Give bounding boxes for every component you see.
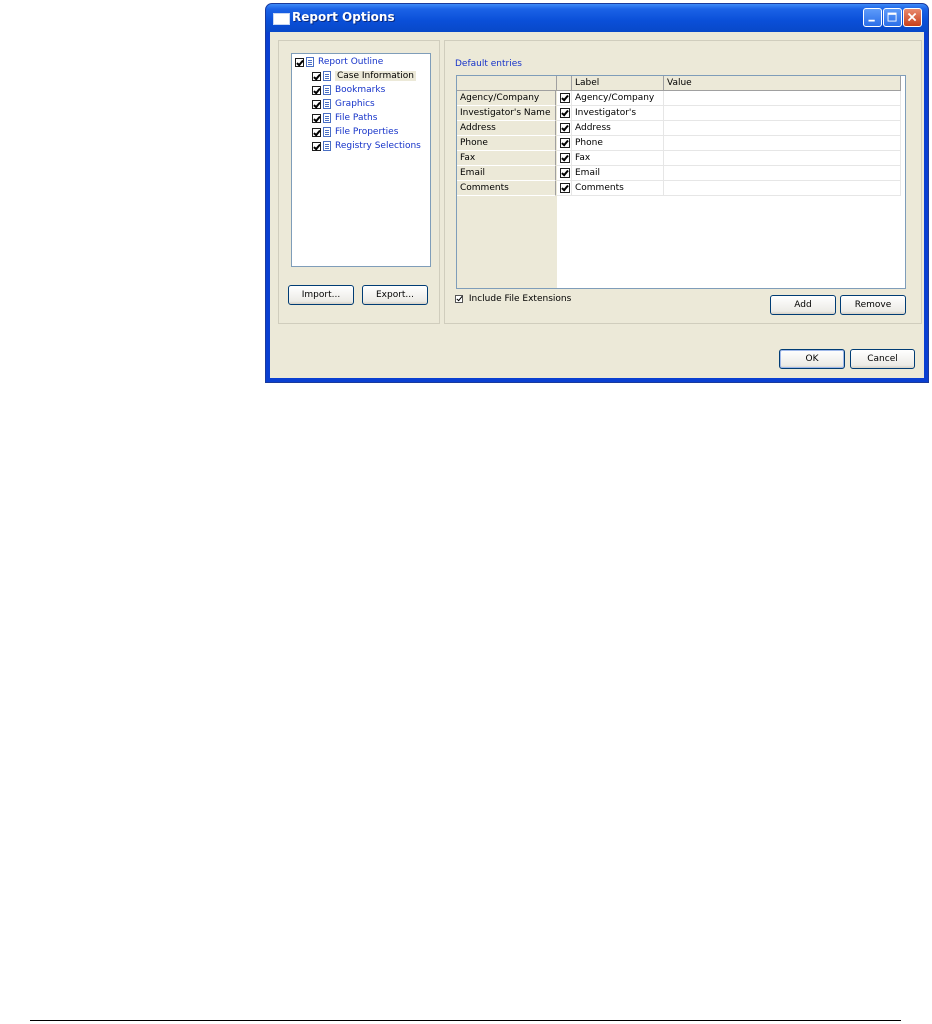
outline-panel: Report Outline Case Information Bookmark… (278, 40, 440, 324)
label-cell[interactable]: Address (572, 121, 664, 136)
report-outline-tree[interactable]: Report Outline Case Information Bookmark… (291, 53, 431, 267)
row-header[interactable]: Email (457, 166, 556, 181)
row-checkbox[interactable] (560, 167, 570, 178)
tree-item-registry-selections[interactable]: Registry Selections (312, 141, 421, 154)
label-cell[interactable]: Fax (572, 151, 664, 166)
include-extensions-check[interactable] (455, 295, 463, 303)
value-cell[interactable] (664, 91, 901, 106)
minimize-button[interactable] (863, 8, 882, 27)
document-icon (323, 71, 331, 81)
tree-label: Bookmarks (335, 85, 386, 95)
add-button[interactable]: Add (770, 295, 836, 315)
row-checkbox[interactable] (560, 152, 570, 163)
label-cell[interactable]: Comments (572, 181, 664, 196)
close-button[interactable] (903, 8, 922, 27)
row-checkbox-cell[interactable] (557, 136, 572, 151)
entries-panel: Default entries Label Value Agency/Compa… (444, 40, 922, 324)
tree-checkbox-bookmarks[interactable] (312, 85, 321, 95)
tree-checkbox-graphics[interactable] (312, 99, 321, 109)
document-icon (323, 127, 331, 137)
row-checkbox[interactable] (560, 122, 570, 133)
document-icon (323, 85, 331, 95)
row-checkbox-cell[interactable] (557, 91, 572, 106)
dialog-client-area: Report Outline Case Information Bookmark… (270, 32, 924, 378)
title-bar[interactable]: Report Options (266, 4, 928, 32)
row-header[interactable]: Investigator's Name (457, 106, 556, 121)
tree-item-graphics[interactable]: Graphics (312, 99, 375, 112)
row-header[interactable]: Address (457, 121, 556, 136)
tree-label: Registry Selections (335, 141, 421, 151)
maximize-button[interactable] (883, 8, 902, 27)
row-checkbox[interactable] (560, 137, 570, 148)
row-checkbox[interactable] (560, 182, 570, 193)
default-entries-label: Default entries (455, 59, 522, 69)
row-checkbox-cell[interactable] (557, 151, 572, 166)
row-checkbox-cell[interactable] (557, 106, 572, 121)
row-checkbox-cell[interactable] (557, 121, 572, 136)
tree-checkbox-file-properties[interactable] (312, 127, 321, 137)
export-button[interactable]: Export... (362, 285, 428, 305)
document-icon (323, 99, 331, 109)
ok-button[interactable]: OK (779, 349, 845, 369)
tree-item-case-information[interactable]: Case Information (312, 71, 416, 84)
label-cell[interactable]: Phone (572, 136, 664, 151)
import-button[interactable]: Import... (288, 285, 354, 305)
document-icon (323, 113, 331, 123)
row-checkbox-cell[interactable] (557, 166, 572, 181)
label-cell[interactable]: Investigator's Name (572, 106, 664, 133)
maximize-icon (887, 12, 897, 22)
value-cell[interactable] (664, 106, 901, 121)
entries-grid[interactable]: Label Value Agency/Company Agency/Compan… (456, 75, 906, 289)
row-header[interactable]: Phone (457, 136, 556, 151)
tree-item-report-outline[interactable]: Report Outline (295, 57, 383, 70)
include-extensions-label: Include File Extensions (468, 294, 572, 304)
row-header[interactable]: Agency/Company (457, 91, 556, 106)
include-file-extensions-checkbox[interactable]: Include File Extensions (455, 294, 571, 305)
tree-checkbox-registry-selections[interactable] (312, 141, 321, 151)
value-cell[interactable] (664, 181, 901, 196)
tree-label: Graphics (335, 99, 375, 109)
minimize-icon (868, 19, 875, 22)
value-cell[interactable] (664, 166, 901, 181)
label-cell[interactable]: Agency/Company (572, 91, 664, 106)
tree-checkbox-report-outline[interactable] (295, 57, 304, 67)
row-checkbox[interactable] (560, 92, 570, 103)
checkbox-column-header (557, 76, 572, 91)
report-options-window: Report Options Report Outline Case Infor… (265, 3, 929, 383)
window-icon (273, 13, 290, 25)
tree-label: Case Information (335, 71, 416, 81)
value-cell[interactable] (664, 121, 901, 136)
remove-button[interactable]: Remove (840, 295, 906, 315)
page-bottom-rule (30, 1020, 901, 1021)
row-checkbox-cell[interactable] (557, 181, 572, 196)
label-column-header[interactable]: Label (572, 76, 664, 91)
document-icon (323, 141, 331, 151)
tree-label: File Paths (335, 113, 378, 123)
document-icon (306, 57, 314, 67)
cancel-button[interactable]: Cancel (850, 349, 915, 369)
grid-corner-header (457, 76, 557, 91)
tree-label: File Properties (335, 127, 399, 137)
tree-checkbox-file-paths[interactable] (312, 113, 321, 123)
label-cell[interactable]: Email (572, 166, 664, 181)
tree-item-file-paths[interactable]: File Paths (312, 113, 377, 126)
close-icon (907, 12, 917, 22)
tree-checkbox-case-information[interactable] (312, 71, 321, 81)
window-title: Report Options (292, 10, 395, 24)
tree-label: Report Outline (318, 57, 384, 67)
row-header[interactable]: Comments (457, 181, 556, 196)
row-header[interactable]: Fax (457, 151, 556, 166)
value-cell[interactable] (664, 151, 901, 166)
row-checkbox[interactable] (560, 107, 570, 118)
tree-item-file-properties[interactable]: File Properties (312, 127, 398, 140)
value-column-header[interactable]: Value (664, 76, 901, 91)
tree-item-bookmarks[interactable]: Bookmarks (312, 85, 385, 98)
value-cell[interactable] (664, 136, 901, 151)
